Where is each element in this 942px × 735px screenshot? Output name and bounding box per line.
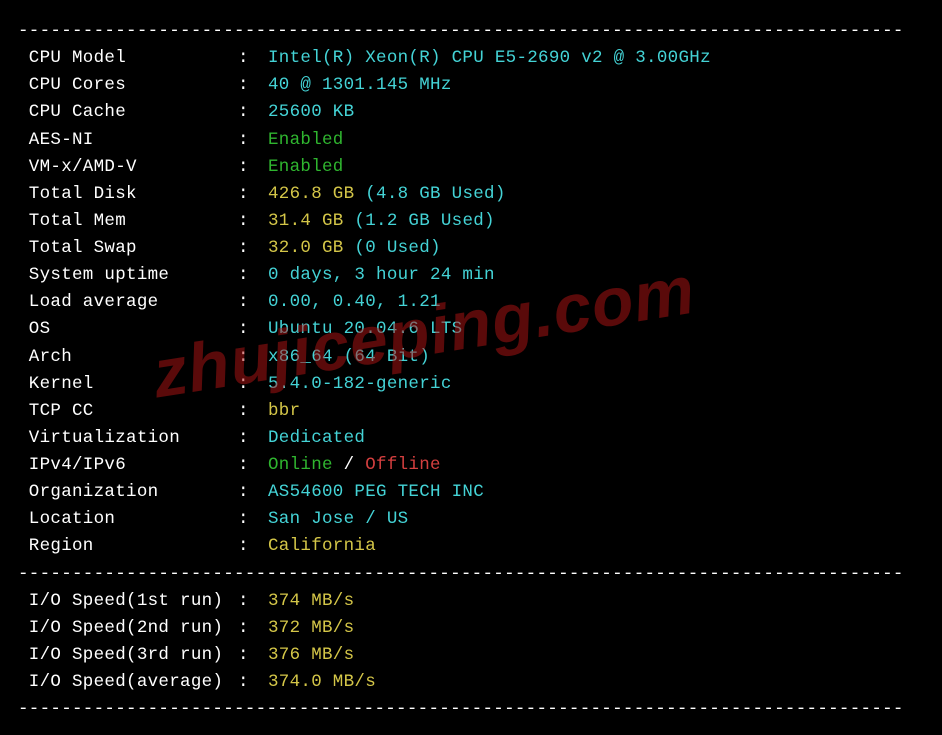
colon: :: [238, 425, 268, 452]
colon: :: [238, 615, 268, 642]
info-row: CPU Cache: 25600 KB: [18, 99, 924, 126]
info-row: I/O Speed(1st run): 374 MB/s: [18, 588, 924, 615]
colon: :: [238, 398, 268, 425]
info-value: 426.8 GB (4.8 GB Used): [268, 181, 506, 208]
colon: :: [238, 642, 268, 669]
info-label: Arch: [18, 344, 238, 371]
info-row: CPU Model: Intel(R) Xeon(R) CPU E5-2690 …: [18, 45, 924, 72]
info-row: I/O Speed(average): 374.0 MB/s: [18, 669, 924, 696]
io-speed-section: I/O Speed(1st run): 374 MB/s I/O Speed(2…: [18, 588, 924, 697]
info-value: 31.4 GB (1.2 GB Used): [268, 208, 495, 235]
info-row: Total Disk: 426.8 GB (4.8 GB Used): [18, 181, 924, 208]
info-row: Virtualization: Dedicated: [18, 425, 924, 452]
info-value: 32.0 GB (0 Used): [268, 235, 441, 262]
info-row: Total Mem: 31.4 GB (1.2 GB Used): [18, 208, 924, 235]
info-label: Total Swap: [18, 235, 238, 262]
info-value: 0 days, 3 hour 24 min: [268, 262, 495, 289]
colon: :: [238, 316, 268, 343]
info-label: Total Disk: [18, 181, 238, 208]
info-value: 372 MB/s: [268, 615, 354, 642]
info-label: CPU Cache: [18, 99, 238, 126]
info-label: I/O Speed(3rd run): [18, 642, 238, 669]
info-row: TCP CC: bbr: [18, 398, 924, 425]
divider-top: ----------------------------------------…: [18, 18, 924, 45]
info-value: San Jose / US: [268, 506, 408, 533]
info-value: Ubuntu 20.04.6 LTS: [268, 316, 462, 343]
info-row: Total Swap: 32.0 GB (0 Used): [18, 235, 924, 262]
colon: :: [238, 45, 268, 72]
info-label: System uptime: [18, 262, 238, 289]
info-value: 376 MB/s: [268, 642, 354, 669]
info-value: 5.4.0-182-generic: [268, 371, 452, 398]
info-row: Organization: AS54600 PEG TECH INC: [18, 479, 924, 506]
info-label: VM-x/AMD-V: [18, 154, 238, 181]
info-label: Location: [18, 506, 238, 533]
info-row: Load average: 0.00, 0.40, 1.21: [18, 289, 924, 316]
colon: :: [238, 154, 268, 181]
info-value: Online / Offline: [268, 452, 441, 479]
info-row: CPU Cores: 40 @ 1301.145 MHz: [18, 72, 924, 99]
colon: :: [238, 181, 268, 208]
info-value: 0.00, 0.40, 1.21: [268, 289, 441, 316]
info-label: I/O Speed(average): [18, 669, 238, 696]
colon: :: [238, 262, 268, 289]
info-label: CPU Cores: [18, 72, 238, 99]
info-row: Location: San Jose / US: [18, 506, 924, 533]
info-value: Enabled: [268, 154, 344, 181]
colon: :: [238, 208, 268, 235]
info-label: TCP CC: [18, 398, 238, 425]
colon: :: [238, 72, 268, 99]
colon: :: [238, 235, 268, 262]
colon: :: [238, 289, 268, 316]
colon: :: [238, 371, 268, 398]
info-value: 40 @ 1301.145 MHz: [268, 72, 452, 99]
colon: :: [238, 99, 268, 126]
info-label: Total Mem: [18, 208, 238, 235]
colon: :: [238, 533, 268, 560]
colon: :: [238, 479, 268, 506]
info-value: Enabled: [268, 127, 344, 154]
info-label: Kernel: [18, 371, 238, 398]
info-value: Intel(R) Xeon(R) CPU E5-2690 v2 @ 3.00GH…: [268, 45, 711, 72]
colon: :: [238, 127, 268, 154]
info-row: I/O Speed(2nd run): 372 MB/s: [18, 615, 924, 642]
info-value: 374 MB/s: [268, 588, 354, 615]
info-row: Region: California: [18, 533, 924, 560]
info-value: 374.0 MB/s: [268, 669, 376, 696]
info-row: VM-x/AMD-V: Enabled: [18, 154, 924, 181]
info-label: Load average: [18, 289, 238, 316]
info-row: Kernel: 5.4.0-182-generic: [18, 371, 924, 398]
info-label: Virtualization: [18, 425, 238, 452]
info-label: Region: [18, 533, 238, 560]
info-row: Arch: x86_64 (64 Bit): [18, 344, 924, 371]
info-label: AES-NI: [18, 127, 238, 154]
colon: :: [238, 506, 268, 533]
divider-bottom: ----------------------------------------…: [18, 696, 924, 723]
info-label: CPU Model: [18, 45, 238, 72]
info-label: I/O Speed(2nd run): [18, 615, 238, 642]
info-label: OS: [18, 316, 238, 343]
colon: :: [238, 452, 268, 479]
info-value: California: [268, 533, 376, 560]
info-value: AS54600 PEG TECH INC: [268, 479, 484, 506]
colon: :: [238, 344, 268, 371]
system-info-section: CPU Model: Intel(R) Xeon(R) CPU E5-2690 …: [18, 45, 924, 560]
info-row: OS: Ubuntu 20.04.6 LTS: [18, 316, 924, 343]
info-row: IPv4/IPv6: Online / Offline: [18, 452, 924, 479]
info-label: Organization: [18, 479, 238, 506]
info-value: bbr: [268, 398, 300, 425]
colon: :: [238, 588, 268, 615]
info-value: 25600 KB: [268, 99, 354, 126]
info-value: x86_64 (64 Bit): [268, 344, 430, 371]
info-row: AES-NI: Enabled: [18, 127, 924, 154]
colon: :: [238, 669, 268, 696]
divider-mid: ----------------------------------------…: [18, 561, 924, 588]
info-label: I/O Speed(1st run): [18, 588, 238, 615]
info-row: I/O Speed(3rd run): 376 MB/s: [18, 642, 924, 669]
info-label: IPv4/IPv6: [18, 452, 238, 479]
info-value: Dedicated: [268, 425, 365, 452]
info-row: System uptime: 0 days, 3 hour 24 min: [18, 262, 924, 289]
